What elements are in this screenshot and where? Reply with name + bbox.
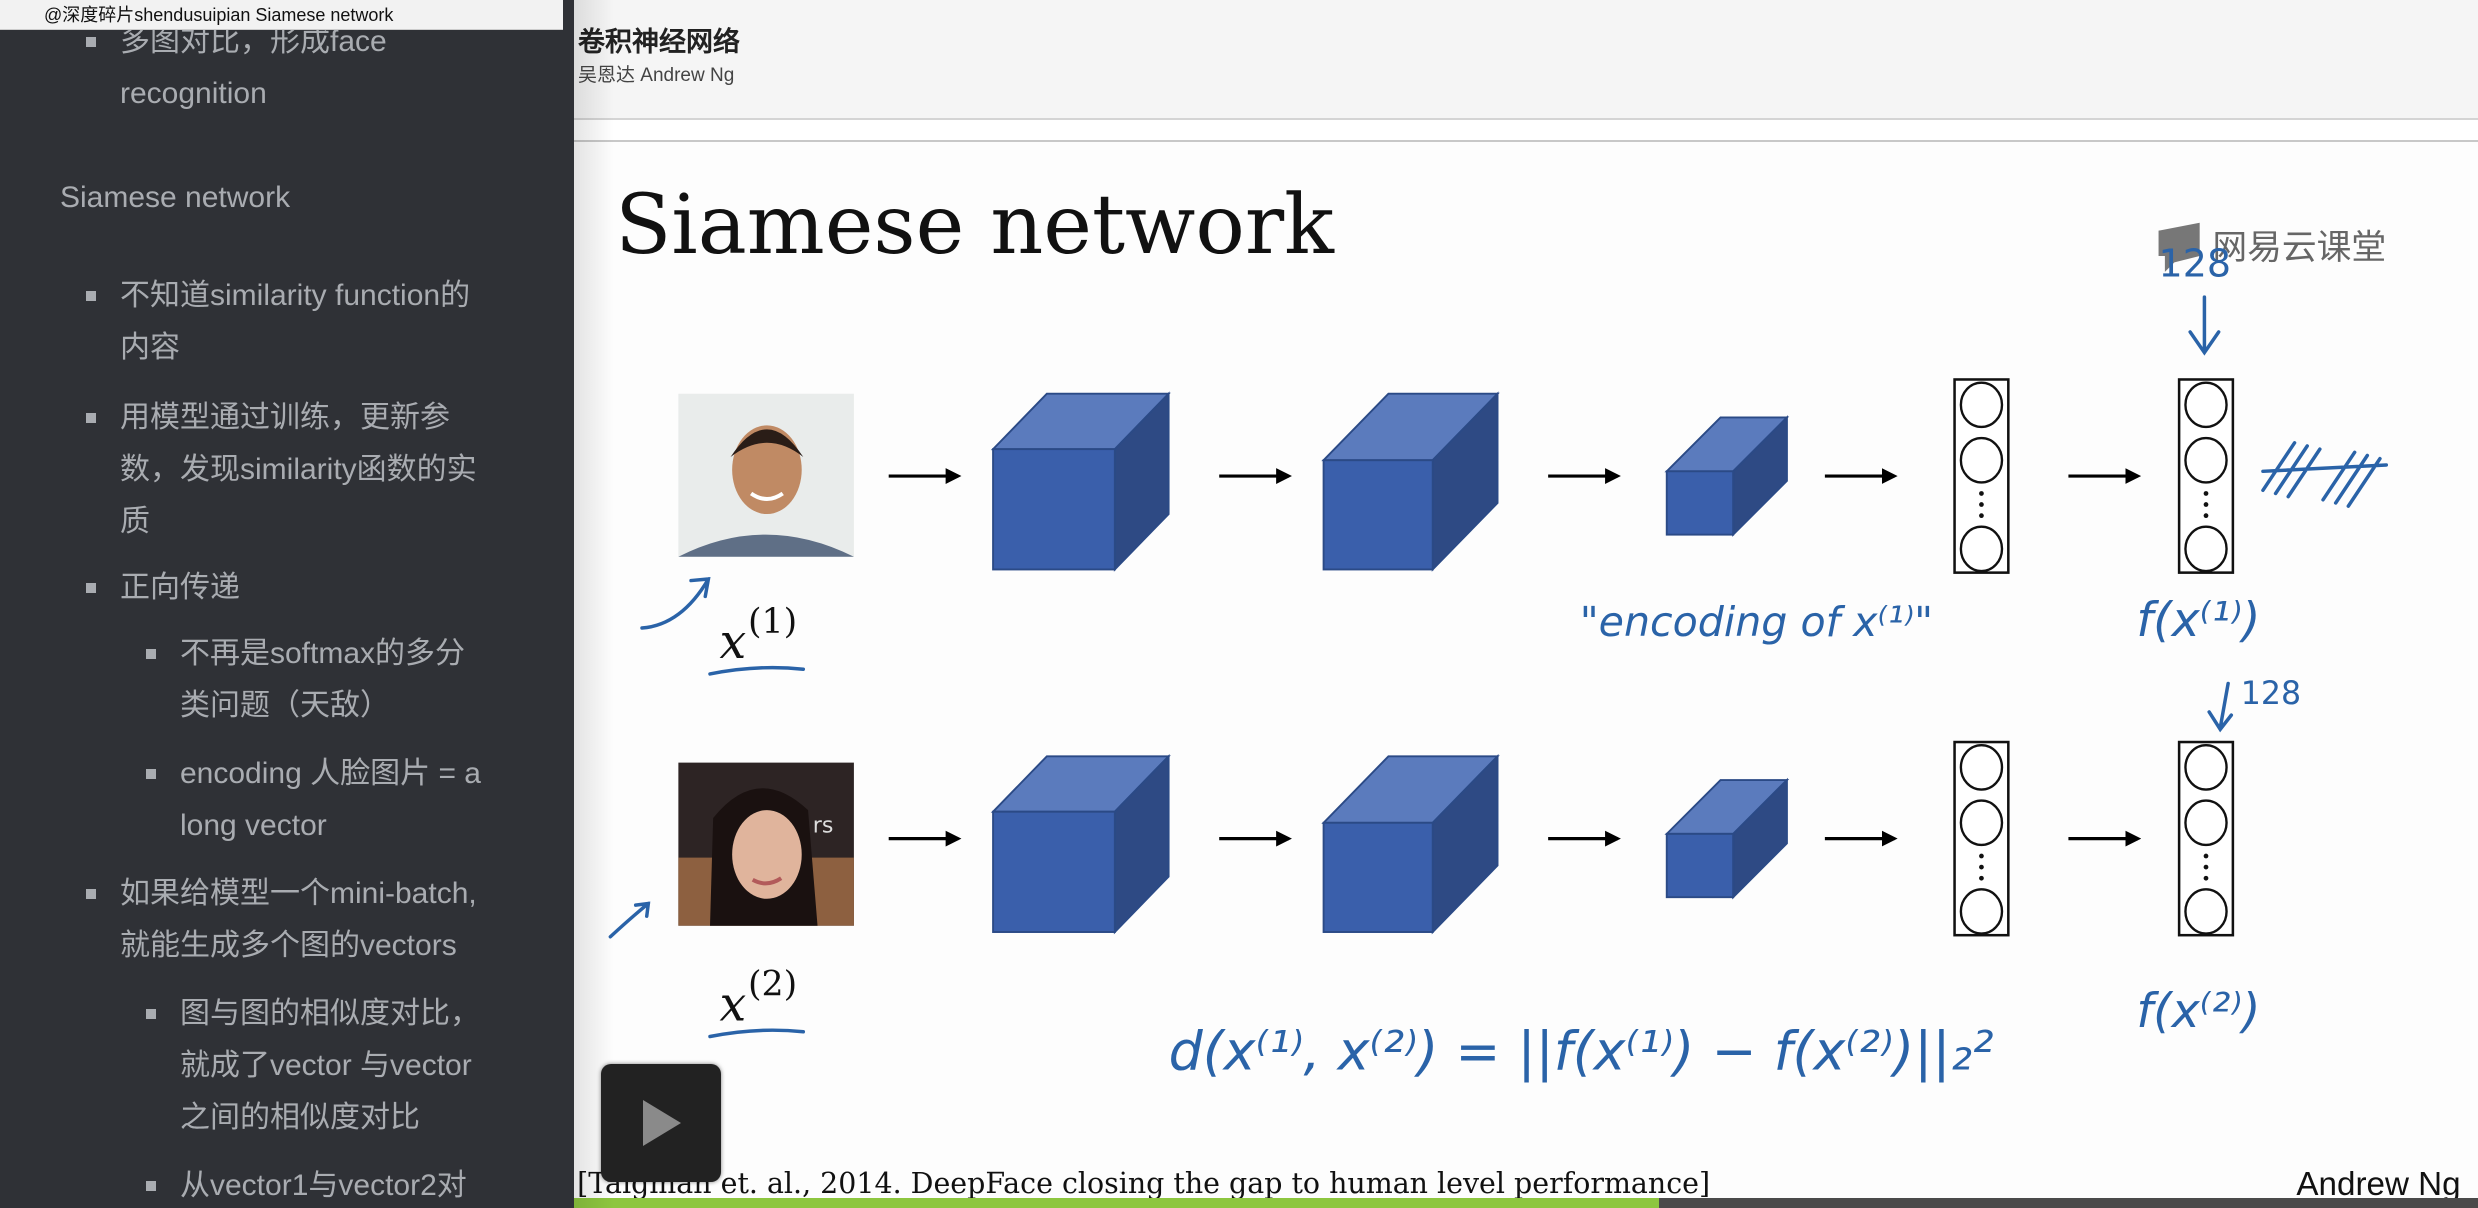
distance-formula: d(x⁽¹⁾, x⁽²⁾) = ||f(x⁽¹⁾) − f(x⁽²⁾)||₂² (1169, 1020, 1994, 1083)
ink-arrow-down-128 (2188, 295, 2221, 356)
square-bullet-icon (86, 413, 96, 423)
video-progress-bar[interactable] (574, 1198, 2478, 1208)
cube-front-face (992, 448, 1116, 571)
sidebar-note-line: long vector (180, 809, 327, 842)
ellipsis-dot (1979, 491, 1984, 496)
ellipsis-dot (2203, 491, 2209, 496)
input-face-photo-2: rs (678, 762, 854, 926)
notes-sidebar[interactable]: 多图对比，形成face recognition Siamese network 不知道… (0, 0, 574, 1208)
sidebar-heading: Siamese network (60, 181, 291, 214)
ink-scribble (2261, 441, 2389, 508)
watermark-text: 网易云课堂 (2212, 228, 2386, 268)
ink-arrow-to-x2 (608, 901, 651, 939)
play-button[interactable] (601, 1064, 721, 1182)
ellipsis-dot (1979, 502, 1984, 507)
sidebar-note-line: 之间的相似度对比 (180, 1101, 420, 1134)
conv-block-3 (1664, 777, 1790, 900)
slide-author: Andrew Ng (2296, 1166, 2460, 1198)
ellipsis-dot (1979, 864, 1984, 870)
input-label: x (719, 978, 746, 1033)
ellipsis-dot (2203, 502, 2209, 507)
dimension-note-128: 128 (2241, 676, 2301, 712)
play-icon (643, 1100, 681, 1146)
output-label-f-x: f(x⁽²⁾) (2136, 984, 2260, 1039)
square-bullet-icon (86, 583, 96, 593)
citation: [Taigman et. al., 2014. DeepFace closing… (577, 1167, 1710, 1198)
input-face-photo-1 (678, 393, 854, 557)
ellipsis-dot (2203, 875, 2209, 881)
ink-arrow-down-128 (2207, 681, 2234, 733)
face-skin (732, 810, 802, 899)
square-bullet-icon (86, 889, 96, 899)
sidebar-note-line: 质 (120, 505, 150, 538)
sidebar-note-line: 正向传递 (120, 571, 240, 604)
cube-front-face (1665, 470, 1735, 536)
square-bullet-icon (146, 769, 156, 779)
slide-title: Siamese network (615, 178, 1335, 273)
dimension-note-128: 128 (2159, 242, 2231, 286)
sidebar-note-line: 从vector1与vector2对 (180, 1169, 467, 1202)
conv-block-2 (1321, 753, 1500, 935)
cube-front-face (1322, 459, 1434, 571)
sidebar-note-line: encoding 人脸图片 = a (180, 757, 481, 790)
sidebar-note-line: 不知道similarity function的 (120, 279, 471, 312)
input-label: x (719, 615, 746, 670)
fc-layer-vector (1953, 740, 2010, 937)
cube-front-face (1665, 832, 1735, 899)
ellipsis-dot (2203, 853, 2209, 859)
ellipsis-dot (2203, 864, 2209, 870)
square-bullet-icon (146, 1181, 156, 1191)
course-header: 卷积神经网络 吴恩达 Andrew Ng (574, 0, 2478, 120)
background-text: rs (813, 812, 834, 838)
input-superscript: (1) (748, 602, 797, 642)
course-title: 卷积神经网络 (578, 27, 740, 57)
sidebar-note-line: 就能生成多个图的vectors (120, 929, 457, 962)
sidebar-note-line: 不再是softmax的多分 (180, 637, 466, 670)
conv-block-1 (990, 391, 1171, 572)
sidebar-note-line: 内容 (120, 331, 180, 364)
instructor-name: 吴恩达 Andrew Ng (578, 65, 735, 86)
sidebar-note-line: 图与图的相似度对比， (180, 997, 480, 1030)
square-bullet-icon (146, 1009, 156, 1019)
ellipsis-dot (1979, 513, 1984, 519)
square-bullet-icon (86, 291, 96, 301)
ellipsis-dot (1979, 875, 1984, 881)
window-title-tab: @深度碎片shendusuipian Siamese network (0, 0, 563, 30)
square-bullet-icon (146, 649, 156, 659)
output-label-f-x: f(x⁽¹⁾) (2136, 593, 2260, 648)
sidebar-note-line: recognition (120, 77, 267, 110)
sidebar-note-line: 就成了vector 与vector (180, 1049, 472, 1082)
input-superscript: (2) (748, 964, 797, 1004)
slide-canvas: Siamese network 网易云课堂 x (1) f(x⁽¹⁾)rsx (2) f… (577, 178, 2460, 1198)
sidebar-note-line: 如果给模型一个mini-batch, (120, 877, 477, 910)
sidebar-note-line: 数，发现similarity函数的实 (120, 453, 477, 486)
sidebar-note-line: 类问题（天敌） (180, 689, 390, 722)
conv-block-2 (1321, 391, 1500, 572)
progress-fill (574, 1198, 1660, 1208)
conv-block-3 (1664, 415, 1790, 537)
square-bullet-icon (86, 37, 96, 47)
encoding-vector (2177, 740, 2235, 937)
ellipsis-dot (2203, 513, 2209, 519)
cube-front-face (1322, 821, 1434, 933)
conv-block-1 (990, 753, 1171, 935)
cube-front-face (992, 810, 1116, 933)
video-slide[interactable]: Siamese network 网易云课堂 x (1) f(x⁽¹⁾) rs x (2) f… (574, 142, 2478, 1198)
sidebar-note-line: 用模型通过训练，更新参 (120, 401, 450, 434)
encoding-vector (2177, 378, 2235, 574)
encoding-note: "encoding of x⁽¹⁾" (1580, 598, 1933, 646)
ellipsis-dot (1979, 853, 1984, 859)
fc-layer-vector (1953, 378, 2010, 574)
ink-arrow-to-x1 (640, 577, 711, 630)
